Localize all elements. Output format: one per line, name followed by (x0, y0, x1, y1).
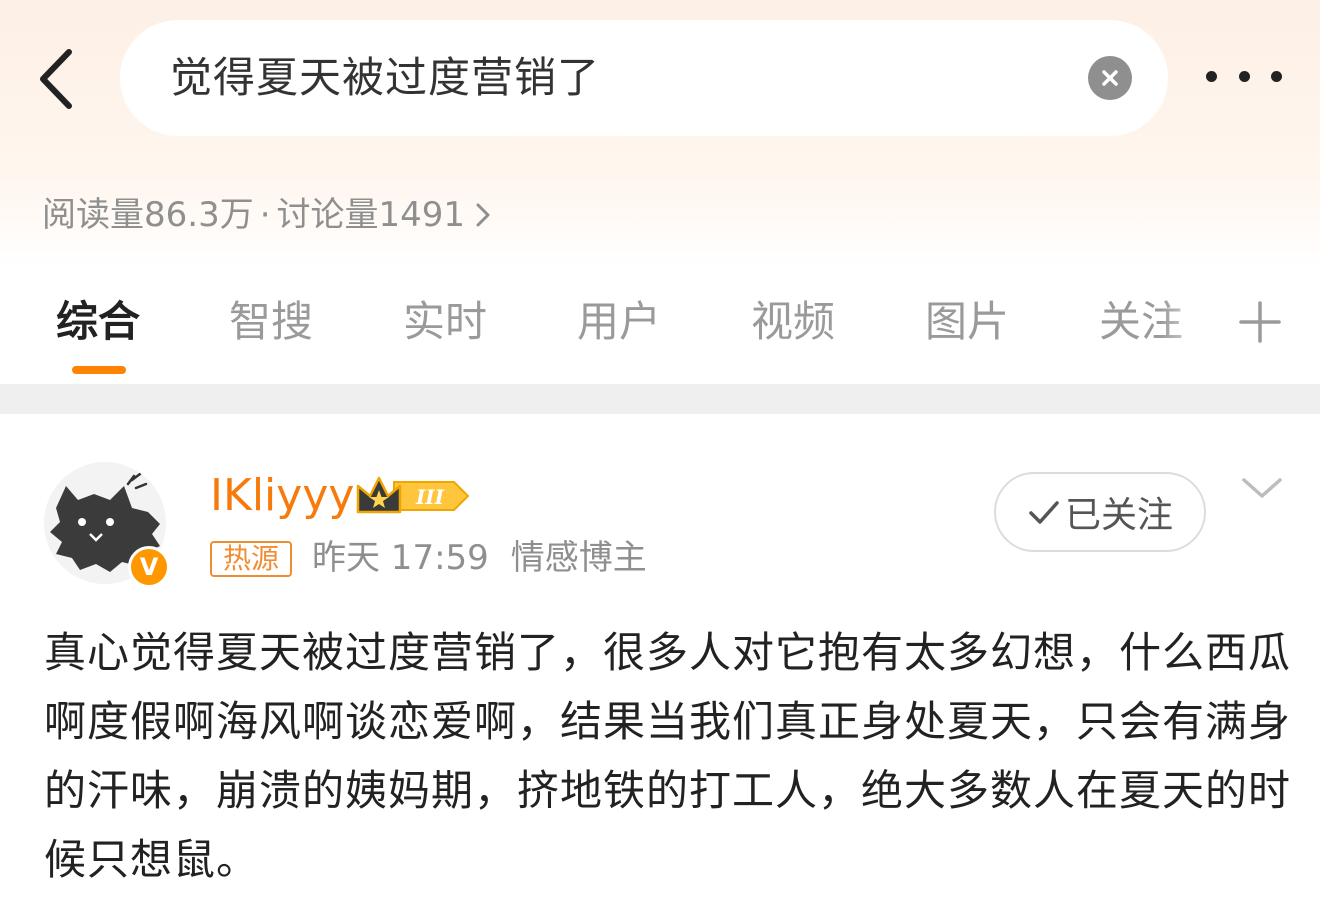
add-icon (1239, 301, 1281, 343)
post-content[interactable]: 真心觉得夏天被过度营销了，很多人对它抱有太多幻想，什么西瓜啊度假啊海风啊谈恋爱啊… (44, 618, 1294, 894)
active-tab-indicator (72, 366, 126, 374)
topic-stats[interactable]: 阅读量86.3万 · 讨论量1491 (42, 190, 491, 240)
section-divider (0, 384, 1320, 414)
stats-separator: · (259, 195, 271, 235)
read-count: 阅读量86.3万 (42, 195, 254, 235)
back-arrow-icon (40, 49, 72, 109)
hot-source-tag: 热源 (210, 541, 292, 577)
checkmark-icon (1029, 501, 1059, 524)
tab-fade (1160, 290, 1230, 360)
back-button[interactable] (30, 44, 80, 114)
verified-badge: V (128, 546, 170, 588)
tab-users[interactable]: 用户 (577, 290, 661, 360)
more-icon (1206, 70, 1217, 82)
search-tabs: 综合 智搜 实时 用户 视频 图片 关注 (0, 290, 1320, 360)
username[interactable]: IKliyyy (210, 466, 354, 526)
crown-icon: III (356, 476, 470, 514)
search-input[interactable]: 觉得夏天被过度营销了 (170, 20, 600, 136)
search-bar[interactable]: 觉得夏天被过度营销了 (120, 20, 1168, 136)
post-meta: 昨天 17:59 情感博主 (312, 534, 669, 582)
post-menu-button[interactable] (1238, 470, 1286, 506)
follow-label: 已关注 (1064, 495, 1173, 536)
post-time: 昨天 17:59 (312, 538, 489, 578)
chevron-down-icon (1242, 478, 1282, 498)
clear-icon (1102, 70, 1118, 86)
discussion-count: 讨论量1491 (276, 195, 466, 235)
chevron-right-icon (476, 203, 490, 227)
follow-button[interactable]: 已关注 (994, 472, 1206, 552)
tab-images[interactable]: 图片 (925, 290, 1009, 360)
member-level-badge[interactable]: III (354, 474, 472, 518)
add-tab-button[interactable] (1238, 300, 1282, 344)
more-options-button[interactable] (1206, 56, 1282, 96)
user-category: 情感博主 (510, 538, 647, 578)
tab-smart-search[interactable]: 智搜 (229, 290, 313, 360)
tab-realtime[interactable]: 实时 (403, 290, 487, 360)
clear-search-button[interactable] (1088, 56, 1132, 100)
tab-comprehensive[interactable]: 综合 (56, 290, 140, 360)
tab-videos[interactable]: 视频 (751, 290, 835, 360)
level-text: III (415, 485, 445, 509)
